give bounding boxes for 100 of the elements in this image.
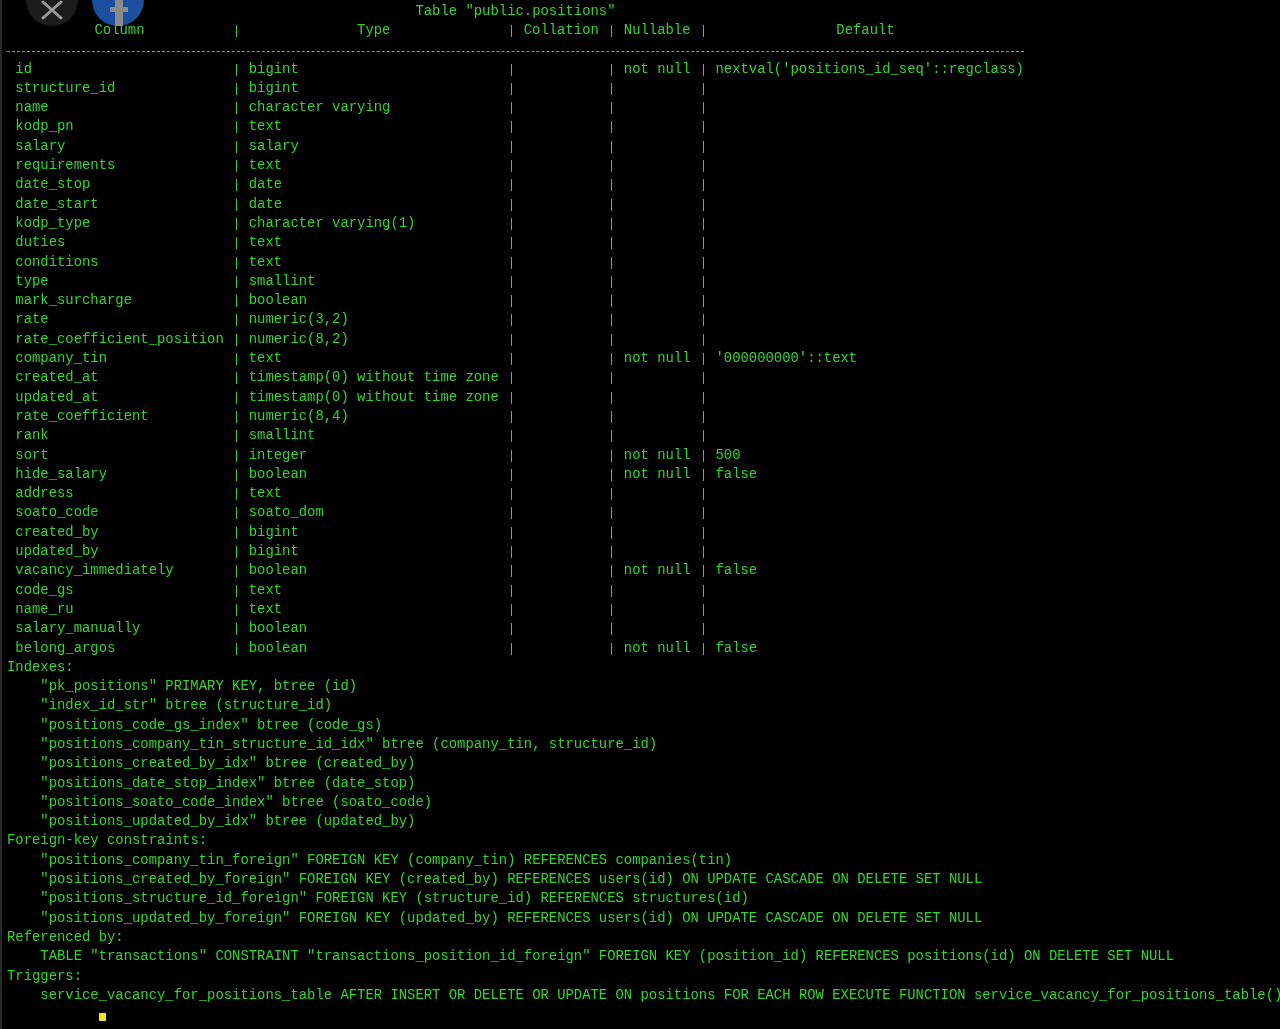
table-cell-text: false (714, 638, 758, 658)
table-title: Table "public.positions" (415, 2, 616, 21)
logo-icon[interactable] (90, 0, 146, 26)
section-heading: Triggers: (7, 966, 84, 986)
table-cell-text: integer (247, 445, 308, 465)
table-cell-text: salary (14, 136, 66, 156)
table-cell-text: text (247, 580, 283, 600)
table-cell-text: kodp_type (14, 213, 91, 233)
table-cell-text: name_ru (14, 599, 74, 619)
table-cell-text: bigint (247, 542, 299, 561)
table-cell-text: boolean (247, 638, 308, 658)
table-cell-text: address (14, 484, 74, 504)
table-cell-text: false (714, 464, 758, 484)
code-line: "positions_company_tin_foreign" FOREIGN KEY (company_tin) REFERENCES companies(tin) (39, 850, 734, 870)
table-cell-text: date_start (14, 194, 99, 214)
table-cell-text: rate_coefficient (14, 406, 149, 426)
table-cell-text: bigint (247, 59, 299, 79)
table-cell-text: id (14, 59, 32, 79)
table-cell-text: not null (622, 59, 691, 79)
section-heading: Referenced by: (7, 927, 125, 947)
table-cell-text: belong_argos (14, 638, 116, 658)
table-cell-text: date_stop (14, 175, 91, 195)
table-cell-text: salary (247, 136, 299, 156)
code-line: "positions_created_by_foreign" FOREIGN KEY (created_by) REFERENCES users(id) ON UPDATE CASCADE ON DELETE SET NULL (39, 870, 984, 890)
code-line: "pk_positions" PRIMARY KEY, btree (id) (39, 677, 359, 697)
table-cell-text: smallint (247, 271, 316, 291)
table-cell-text: bigint (247, 522, 299, 542)
table-cell-text: date (247, 194, 283, 214)
table-cell-text: character varying (247, 98, 391, 118)
table-cell-text: rate_coefficient_position (14, 329, 224, 349)
table-cell-text: boolean (247, 619, 308, 639)
code-line: TABLE "transactions" CONSTRAINT "transactions_position_id_foreign" FOREIGN KEY (position_id) REFERENCES positions(id) ON DELETE SET NULL (39, 947, 1175, 967)
table-cell-text: sort (14, 445, 49, 465)
table-cell-text: boolean (247, 561, 308, 581)
table-cell-text: duties (14, 233, 66, 253)
table-cell-text: text (247, 156, 283, 176)
section-heading: Indexes: (7, 657, 75, 677)
text-cursor (98, 1013, 106, 1022)
table-cell-text: kodp_pn (14, 117, 74, 137)
table-cell-text: updated_by (14, 542, 99, 561)
table-cell-text: bigint (247, 78, 299, 98)
column-header: Nullable (623, 21, 691, 41)
table-cell-text: text (247, 252, 283, 272)
table-cell-text: conditions (14, 252, 99, 272)
table-cell-text: updated_at (14, 387, 99, 407)
table-cell-text: not null (622, 561, 691, 581)
column-header: Type (357, 21, 391, 41)
code-line: "positions_updated_by_foreign" FOREIGN KEY (updated_by) REFERENCES users(id) ON UPDATE CASCADE ON DELETE SET NULL (39, 908, 984, 928)
table-cell-text: '000000000'::text (714, 349, 858, 369)
section-heading: Foreign-key constraints: (7, 831, 209, 851)
table-cell-text: boolean (247, 291, 308, 311)
table-cell-text: false (714, 561, 758, 581)
table-cell-text: not null (622, 349, 691, 369)
table-cell-text: timestamp(0) without time zone (247, 387, 499, 407)
table-cell-text: soato_dom (247, 503, 324, 523)
table-cell-text: mark_surcharge (14, 291, 133, 311)
table-cell-text: created_at (14, 368, 99, 388)
table-cell-text: character varying(1) (247, 213, 416, 233)
code-line: "positions_company_tin_structure_id_idx" btree (company_tin, structure_id) (39, 735, 659, 754)
table-cell-text: not null (622, 638, 691, 658)
table-cell-text: code_gs (14, 580, 74, 600)
table-cell-text: not null (622, 464, 691, 484)
table-cell-text: numeric(3,2) (247, 310, 349, 330)
code-line: "positions_structure_id_foreign" FOREIGN KEY (structure_id) REFERENCES structures(id) (39, 889, 750, 909)
table-cell-text: soato_code (14, 503, 99, 523)
table-cell-text: structure_id (14, 78, 116, 98)
table-cell-text: date (247, 175, 283, 195)
table-cell-text: salary_manually (14, 619, 141, 639)
table-cell-text: requirements (14, 156, 116, 176)
table-cell-text: text (247, 117, 283, 137)
table-cell-text: numeric(8,2) (247, 329, 349, 349)
table-cell-text: type (14, 271, 49, 291)
close-icon[interactable] (24, 0, 80, 26)
table-cell-text: vacancy_immediately (14, 561, 174, 581)
table-cell-text: timestamp(0) without time zone (247, 368, 499, 388)
code-line: "positions_date_stop_index" btree (date_stop) (39, 773, 417, 793)
code-line: "positions_code_gs_index" btree (code_gs) (39, 715, 384, 735)
table-cell-text: smallint (247, 426, 316, 446)
column-header: Default (836, 21, 895, 41)
table-cell-text: text (247, 484, 283, 504)
code-line: "index_id_str" btree (structure_id) (39, 696, 334, 716)
table-cell-text: nextval('positions_id_seq'::regclass) (714, 59, 1024, 79)
table-cell-text: name (14, 98, 49, 118)
table-cell-text: rank (14, 426, 49, 446)
code-line: "positions_updated_by_idx" btree (updated_by) (39, 812, 417, 832)
table-cell-text: text (247, 599, 283, 619)
table-cell-text: company_tin (14, 349, 108, 369)
table-cell-text: numeric(8,4) (247, 406, 349, 426)
table-cell-text: 500 (714, 445, 741, 465)
table-cell-text: created_by (14, 522, 99, 542)
table-cell-text: not null (622, 445, 691, 465)
table-cell-text: rate (14, 310, 49, 330)
table-cell-text: text (247, 349, 283, 369)
table-cell-text: hide_salary (14, 464, 108, 484)
code-line: service_vacancy_for_positions_table AFTER INSERT OR DELETE OR UPDATE ON positions FOR EACH ROW EXECUTE FUNCTION service_vacancy_for_positions_table() (39, 985, 1280, 1005)
column-header: Collation (523, 21, 599, 41)
column-header: Column (94, 21, 145, 41)
code-line: "positions_soato_code_index" btree (soato_code) (39, 792, 434, 812)
table-cell-text: text (247, 233, 283, 253)
code-line: "positions_created_by_idx" btree (created_by) (39, 754, 417, 774)
